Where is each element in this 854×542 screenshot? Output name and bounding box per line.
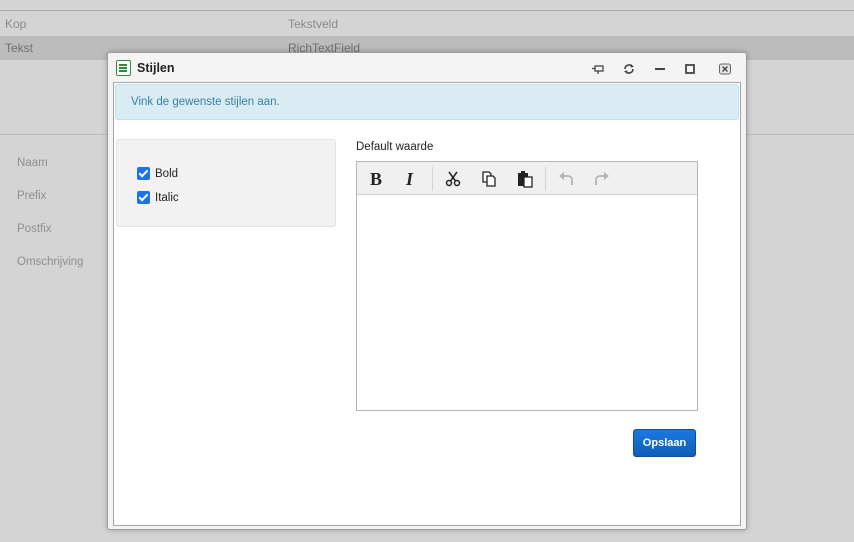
table-cell: Tekst [5,41,34,55]
editor-label: Default waarde [356,141,434,153]
field-label-prefix: Prefix [17,190,47,202]
maximize-icon[interactable] [683,62,697,76]
checkbox-bold[interactable]: Bold [137,167,178,180]
field-label-omschrijving: Omschrijving [17,256,84,268]
italic-icon[interactable]: I [400,168,422,190]
save-button[interactable]: Opslaan [633,429,696,457]
info-message: Vink de gewenste stijlen aan. [115,84,739,120]
refresh-icon[interactable] [622,62,636,76]
pin-icon[interactable] [591,62,605,76]
checkbox-italic[interactable]: Italic [137,191,179,204]
copy-icon[interactable] [478,168,500,190]
undo-icon[interactable] [555,168,577,190]
rich-text-editor: B I [356,161,698,411]
table-cell: Kop [5,17,27,31]
minimize-icon[interactable] [653,62,667,76]
dialog-body: Vink de gewenste stijlen aan. Bold Itali… [113,82,741,526]
dialog-title: Stijlen [137,61,175,75]
dialog-titlebar[interactable]: Stijlen [108,53,746,83]
svg-text:I: I [405,169,414,189]
bold-icon[interactable]: B [365,168,387,190]
checkbox-label: Bold [155,167,179,180]
table-cell: Tekstveld [288,17,339,31]
toolbar-separator [432,167,433,191]
svg-text:B: B [370,169,382,189]
field-label-postfix: Postfix [17,223,52,235]
checkbox-checked-icon[interactable] [137,191,150,204]
cut-icon[interactable] [442,168,464,190]
background-header [0,0,854,11]
redo-icon[interactable] [591,168,613,190]
editor-content[interactable] [357,196,697,410]
styles-dialog: Stijlen Vink de gewenste stijlen aan. Bo… [107,52,747,530]
field-label-naam: Naam [17,157,48,169]
editor-toolbar: B I [357,162,697,195]
document-list-icon [116,60,131,76]
table-row: Kop Tekstveld [0,12,854,36]
styles-panel: Bold Italic [116,139,336,227]
close-icon[interactable] [718,62,732,76]
toolbar-separator [545,167,546,191]
checkbox-label: Italic [155,191,179,204]
checkbox-checked-icon[interactable] [137,167,150,180]
paste-icon[interactable] [514,168,536,190]
